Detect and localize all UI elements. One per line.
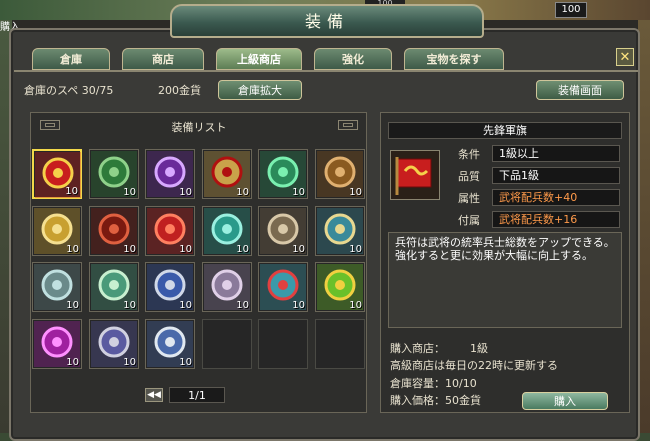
attr-value-property: 武将配兵数+40	[492, 189, 620, 206]
page-indicator: 1/1	[169, 387, 225, 403]
selected-item-icon	[390, 150, 440, 200]
empty-slot	[315, 319, 365, 369]
item-quantity: 10	[66, 357, 79, 368]
gold-amount: 200金貨	[158, 84, 201, 97]
equipment-slot-red-flag[interactable]: 10	[32, 149, 82, 199]
refresh-note: 高級商店は毎日の22時に更新する	[390, 359, 558, 372]
item-quantity: 10	[349, 244, 362, 255]
equip-screen-button[interactable]: 装備画面	[536, 80, 624, 100]
tab-warehouse[interactable]: 倉庫	[32, 48, 110, 70]
item-quantity: 10	[236, 187, 249, 198]
tab-enhance[interactable]: 強化	[314, 48, 392, 70]
purchase-price: 購入価格：50金貨	[390, 394, 481, 407]
close-button[interactable]: ✕	[616, 48, 634, 66]
item-quantity: 10	[179, 300, 192, 311]
equipment-list-header: 装備リスト	[171, 121, 227, 134]
shop-level-value: 1級	[470, 342, 488, 355]
attr-label-bonus: 付属	[458, 214, 480, 227]
equipment-slot-bronze-plaque[interactable]: 10	[315, 149, 365, 199]
shop-level-label: 購入商店：	[390, 342, 445, 355]
item-quantity: 10	[66, 244, 79, 255]
item-quantity: 10	[236, 300, 249, 311]
equipment-slot-green-tassel[interactable]: 10	[89, 149, 139, 199]
item-name: 先鋒軍旗	[388, 122, 622, 139]
tab-shop[interactable]: 商店	[122, 48, 204, 70]
equipment-slot-bronze-mirror[interactable]: 10	[315, 206, 365, 256]
empty-slot	[202, 319, 252, 369]
equipment-slot-jade-disc[interactable]: 10	[89, 262, 139, 312]
item-quantity: 10	[179, 187, 192, 198]
attr-label-property: 属性	[458, 192, 480, 205]
item-quantity: 10	[349, 300, 362, 311]
equipment-slot-dark-orb[interactable]: 10	[89, 319, 139, 369]
equipment-slot-red-parasol[interactable]: 10	[145, 206, 195, 256]
item-quantity: 10	[123, 357, 136, 368]
equipment-slot-red-book[interactable]: 10	[89, 206, 139, 256]
storage-capacity: 倉庫容量：10/10	[390, 377, 477, 390]
equipment-slot-jade-teapot[interactable]: 10	[202, 206, 252, 256]
attr-label-quality: 品質	[458, 170, 480, 183]
item-quantity: 10	[292, 300, 305, 311]
prev-page-button[interactable]: ◀◀	[145, 388, 163, 402]
equipment-slot-stone-ring[interactable]: 10	[202, 262, 252, 312]
equipment-slot-charm-scroll[interactable]: 10	[202, 149, 252, 199]
equipment-slot-blue-coin[interactable]: 10	[145, 262, 195, 312]
equipment-slot-purple-talisman[interactable]: 10	[145, 149, 195, 199]
equipment-slot-silver-scepter[interactable]: 10	[32, 262, 82, 312]
item-quantity: 10	[123, 300, 136, 311]
equipment-slot-imperial-scroll[interactable]: 10	[315, 262, 365, 312]
item-quantity: 10	[292, 187, 305, 198]
item-quantity: 10	[123, 244, 136, 255]
equipment-slot-golden-mace[interactable]: 10	[32, 206, 82, 256]
item-description: 兵符は武将の統率兵士総数をアップできる。強化すると更に効果が大幅に向上する。	[388, 232, 622, 328]
attr-value-condition: 1級以上	[492, 145, 620, 162]
empty-slot	[258, 319, 308, 369]
item-quantity: 10	[179, 357, 192, 368]
equipment-slot-command-token[interactable]: 10	[258, 262, 308, 312]
tab-premium-shop[interactable]: 上級商店	[216, 48, 302, 70]
hud-number-badge: 100	[555, 2, 587, 18]
attr-value-quality: 下品1級	[492, 167, 620, 184]
item-quantity: 10	[65, 186, 78, 197]
window-title: 装備	[304, 12, 349, 31]
equipment-slot-stone-pillar[interactable]: 10	[258, 206, 308, 256]
item-quantity: 10	[123, 187, 136, 198]
item-quantity: 10	[66, 300, 79, 311]
attr-value-bonus: 武将配兵数+16	[492, 211, 620, 228]
tab-treasure-hunt[interactable]: 宝物を探す	[404, 48, 504, 70]
storage-space-text: 倉庫のスペ 30/75	[24, 84, 114, 97]
equipment-slot-jade-tablet[interactable]: 10	[258, 149, 308, 199]
item-quantity: 10	[236, 244, 249, 255]
item-quantity: 10	[292, 244, 305, 255]
buy-button[interactable]: 購入	[522, 392, 608, 410]
equipment-slot-silver-mirror[interactable]: 10	[145, 319, 195, 369]
item-quantity: 10	[349, 187, 362, 198]
equipment-slot-purple-seal[interactable]: 10	[32, 319, 82, 369]
item-quantity: 10	[179, 244, 192, 255]
tab-divider	[14, 70, 638, 72]
expand-storage-button[interactable]: 倉庫拡大	[218, 80, 302, 100]
red-flag-icon	[395, 157, 432, 195]
attr-label-condition: 条件	[458, 148, 480, 161]
